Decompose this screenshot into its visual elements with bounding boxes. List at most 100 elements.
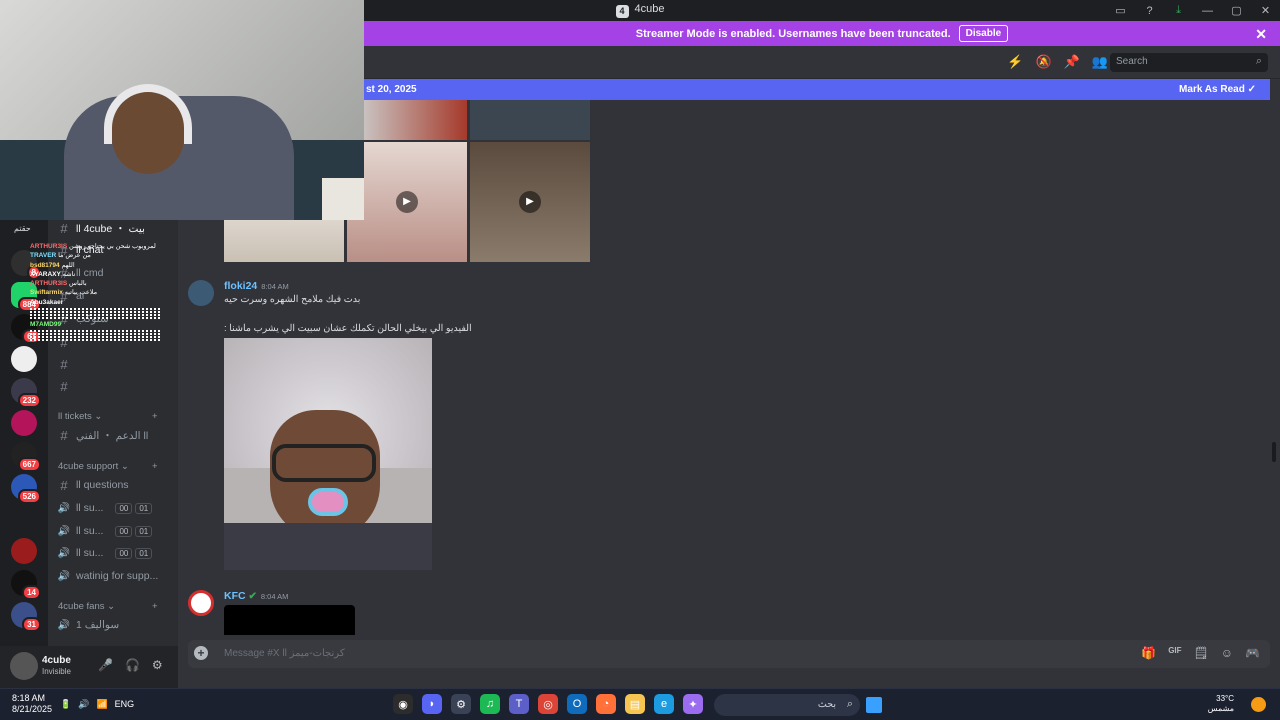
server-icon[interactable]	[11, 506, 37, 532]
speaker-icon: 🔊	[57, 502, 71, 514]
chat-line	[30, 314, 160, 320]
microphone-icon[interactable]: 🎤	[98, 658, 113, 672]
download-icon[interactable]: ⤓	[1164, 0, 1193, 21]
message-author[interactable]: floki24 8:04 AM	[224, 280, 289, 292]
clock-time: 8:18 AM	[12, 693, 46, 703]
video-attachment[interactable]	[224, 338, 432, 570]
headphones-icon[interactable]: 🎧	[125, 658, 140, 672]
channel-item[interactable]: # ll 4cube ・ بيت	[56, 218, 176, 238]
threads-icon[interactable]: ⚡	[1007, 54, 1023, 70]
volume-icon[interactable]: 🔊	[78, 699, 89, 710]
unread-messages-bar[interactable]: st 20, 2025 Mark As Read ✓	[364, 79, 1270, 100]
apps-icon[interactable]: 🎮	[1245, 646, 1260, 660]
video-thumbnail[interactable]: ▶	[470, 142, 590, 262]
weather-widget[interactable]: 33°C مشمس	[1208, 694, 1234, 714]
system-clock[interactable]: 8:18 AM 8/21/2025	[12, 693, 52, 715]
outlook-icon[interactable]: O	[567, 694, 587, 714]
channel-label: ll 4cube ・ بيت	[76, 222, 145, 235]
chat-line: ARTHUR3IS لمروبوب شحن بي يحتاجو روشن	[30, 242, 205, 251]
chat-text: لمروبوب شحن بي يحتاجو روشن	[69, 243, 156, 250]
media-thumbnail[interactable]	[224, 605, 355, 635]
inbox-icon[interactable]: ▭	[1106, 0, 1135, 21]
media-thumbnail[interactable]	[470, 100, 590, 140]
video-frame	[272, 444, 376, 482]
unread-badge: 526	[17, 489, 41, 504]
speaker-icon: 🔊	[57, 547, 71, 559]
disable-button[interactable]: Disable	[958, 25, 1009, 42]
channel-header: ⚡ 🔕 📌 👥 Search ⌕	[364, 46, 1280, 79]
close-button[interactable]: ✕	[1251, 0, 1280, 21]
username[interactable]: 4cube	[42, 655, 71, 666]
voice-channel-item[interactable]: 🔊 ll su... 00 01	[56, 498, 176, 518]
mute-icon[interactable]: 🔕	[1035, 54, 1051, 70]
discord-icon[interactable]: ◗	[422, 694, 442, 714]
avatar[interactable]	[10, 652, 38, 680]
close-icon[interactable]: ✕	[1255, 26, 1267, 43]
search-input[interactable]: Search ⌕	[1110, 53, 1268, 72]
maximize-button[interactable]: ▢	[1222, 0, 1251, 21]
message-author[interactable]: KFC ✔ 8:04 AM	[224, 590, 288, 602]
user-limit: 01	[135, 502, 153, 514]
stream-chat-overlay: ARTHUR3IS لمروبوب شحن بي يحتاجو روشن TRA…	[30, 242, 205, 392]
channel-item[interactable]: # ll questions	[56, 475, 176, 495]
server-icon[interactable]	[11, 410, 37, 436]
streamer-mode-banner: Streamer Mode is enabled. Usernames have…	[364, 21, 1280, 46]
files-icon[interactable]: ▤	[625, 694, 645, 714]
add-channel-icon[interactable]: +	[152, 461, 158, 472]
media-thumbnail[interactable]	[224, 220, 344, 262]
category-support[interactable]: 4cube support ⌄ +	[58, 461, 158, 472]
server-icon[interactable]: 14	[11, 570, 41, 600]
chrome-icon[interactable]: ◎	[538, 694, 558, 714]
server-icon[interactable]: 667	[11, 442, 41, 472]
pin-icon[interactable]: 📌	[1064, 54, 1080, 70]
wifi-icon[interactable]: 📶	[96, 699, 107, 710]
settings-icon[interactable]: ⚙	[451, 694, 471, 714]
message-input[interactable]: Message #X ll كرنجات-ميمز	[224, 648, 345, 659]
gift-icon[interactable]: 🎁	[1141, 646, 1156, 660]
spotify-icon[interactable]: ♫	[480, 694, 500, 714]
category-tickets[interactable]: ll tickets ⌄ +	[58, 411, 158, 422]
media-thumbnail[interactable]	[364, 100, 467, 140]
scrollbar[interactable]	[1272, 442, 1276, 462]
voice-channel-item[interactable]: 🔊 ll su... 00 01	[56, 543, 176, 563]
server-icon[interactable]: 31	[11, 602, 41, 632]
copilot-icon[interactable]: ✦	[683, 694, 703, 714]
edge-icon[interactable]: e	[654, 694, 674, 714]
play-icon[interactable]: ▶	[519, 191, 541, 213]
voice-channel-item[interactable]: 🔊 watinig for supp...	[56, 566, 176, 586]
add-channel-icon[interactable]: +	[152, 411, 158, 422]
server-icon[interactable]: 526	[11, 474, 41, 504]
help-icon[interactable]: ?	[1135, 0, 1164, 21]
language-indicator[interactable]: ENG	[115, 699, 135, 710]
message-composer[interactable]: + Message #X ll كرنجات-ميمز 🎁 GIF 🗒 ☺ 🎮	[188, 640, 1270, 668]
mark-as-read-button[interactable]: Mark As Read ✓	[1179, 84, 1256, 95]
message-timestamp: 8:04 AM	[260, 592, 289, 601]
voice-channel-item[interactable]: 🔊 ll su... 00 01	[56, 521, 176, 541]
chat-user: Swiftarmix	[30, 289, 63, 297]
avatar[interactable]	[188, 590, 214, 616]
add-attachment-icon[interactable]: +	[194, 646, 208, 660]
emoji-icon[interactable]: ☺	[1221, 646, 1233, 660]
chat-line	[30, 330, 160, 336]
battery-icon[interactable]: 🔋	[60, 699, 71, 710]
add-channel-icon[interactable]: +	[152, 601, 158, 612]
gif-icon[interactable]: GIF	[1168, 646, 1181, 660]
start-button[interactable]	[866, 697, 882, 713]
play-icon[interactable]: ▶	[396, 191, 418, 213]
taskbar-search[interactable]: بحث ⌕	[714, 694, 860, 716]
sticker-icon[interactable]: 🗒	[1194, 646, 1209, 660]
chat-text: من عرض ما	[58, 252, 91, 260]
firefox-icon[interactable]: ◔	[596, 694, 616, 714]
channel-item[interactable]: # الدعم ・ الفني ll	[56, 425, 176, 445]
category-fans[interactable]: 4cube fans ⌄ +	[58, 601, 158, 612]
voice-channel-item[interactable]: 🔊 سواليف 1	[56, 615, 176, 635]
members-icon[interactable]: 👥	[1092, 54, 1108, 70]
server-icon[interactable]	[11, 538, 37, 564]
chat-text: ناشه	[62, 270, 76, 278]
video-thumbnail[interactable]: ▶	[347, 142, 467, 262]
teams-icon[interactable]: T	[509, 694, 529, 714]
settings-icon[interactable]: ⚙	[152, 658, 163, 672]
obs-icon[interactable]: ◉	[393, 694, 413, 714]
user-controls: 🎤 🎧 ⚙	[98, 658, 163, 672]
minimize-button[interactable]: —	[1193, 0, 1222, 21]
